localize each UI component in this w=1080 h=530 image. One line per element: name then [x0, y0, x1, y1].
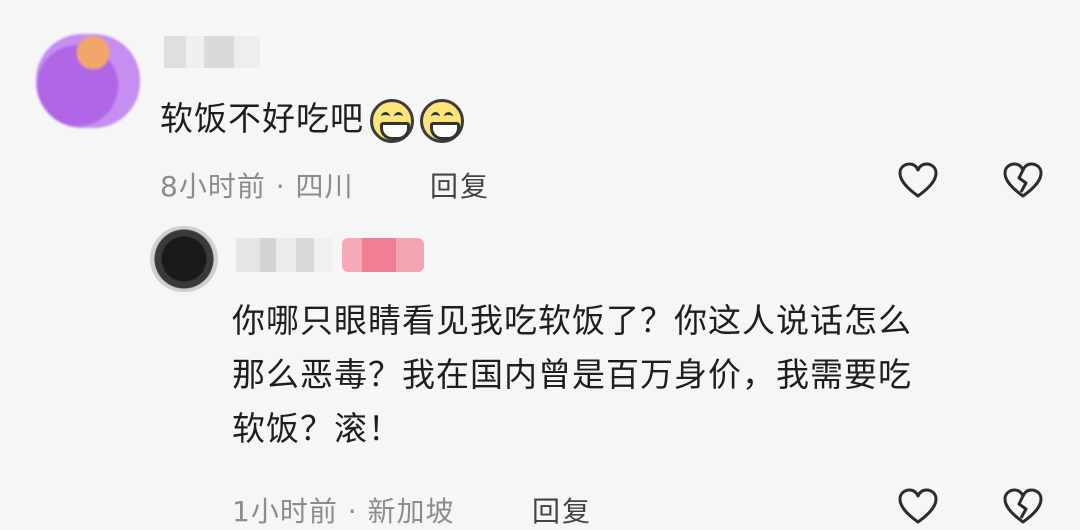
- reply-button[interactable]: 回复: [532, 490, 592, 530]
- reply-button[interactable]: 回复: [430, 165, 490, 205]
- broken-heart-icon[interactable]: [1003, 488, 1043, 526]
- reply-line: 软饭？滚！: [232, 409, 402, 448]
- broken-heart-icon[interactable]: [1003, 162, 1043, 200]
- heart-icon[interactable]: [898, 488, 938, 526]
- reply-meta: 1小时前 · 新加坡: [232, 495, 455, 528]
- reply-text: 你哪只眼睛看见我吃软饭了？你这人说话怎么 那么恶毒？我在国内曾是百万身价，我需要…: [232, 294, 1052, 456]
- grinning-face-icon: [370, 98, 414, 143]
- comment-text: 软饭不好吃吧: [160, 92, 464, 146]
- avatar[interactable]: [36, 34, 140, 128]
- reply-line: 那么恶毒？我在国内曾是百万身价，我需要吃: [232, 355, 912, 394]
- comment-body: 软饭不好吃吧: [160, 99, 364, 138]
- username-blurred[interactable]: [164, 36, 260, 68]
- heart-icon[interactable]: [898, 162, 938, 200]
- username-blurred[interactable]: [236, 238, 332, 272]
- reply-line: 你哪只眼睛看见我吃软饭了？你这人说话怎么: [232, 301, 912, 340]
- author-badge-blurred: [342, 238, 424, 272]
- avatar[interactable]: [150, 226, 218, 292]
- grinning-face-icon: [420, 98, 464, 143]
- comment-meta: 8小时前 · 四川: [160, 170, 354, 203]
